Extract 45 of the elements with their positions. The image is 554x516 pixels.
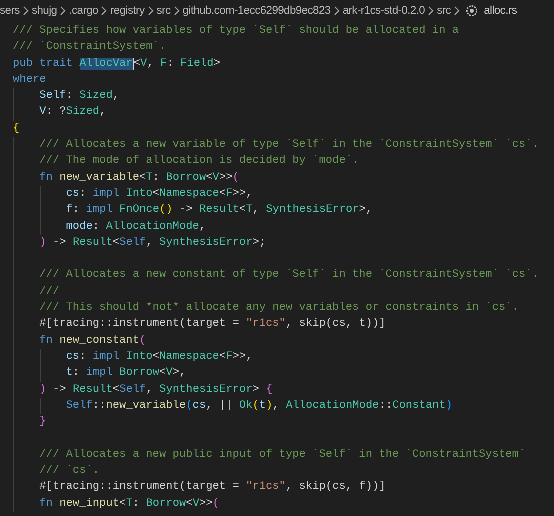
code-line: ///: [38, 286, 60, 298]
breadcrumb-item[interactable]: registry: [110, 5, 145, 17]
code-line: mode: AllocationMode,: [65, 220, 206, 233]
code-line: fn new_input<T: Borrow<V>>(: [38, 498, 220, 510]
breadcrumb-item[interactable]: alloc.rs: [484, 5, 518, 17]
code-line: /// `cs`.: [38, 465, 100, 478]
code-line: t: impl Borrow<V>,: [65, 367, 186, 380]
breadcrumb-item[interactable]: github.com-1ecc6299db9ec823: [182, 5, 331, 17]
code-line: Self: Sized,: [38, 90, 120, 102]
chevron-icon: [174, 6, 180, 16]
breadcrumb-item[interactable]: src: [437, 5, 452, 17]
breadcrumb-item[interactable]: sers: [0, 5, 20, 17]
code-line: /// The mode of allocation is decided by `mode`.: [38, 155, 360, 168]
code-line: ) -> Result<Self, SynthesisError> {: [38, 384, 273, 396]
code-line: /// Specifies how variables of type `Self` should be allocated in a: [13, 25, 460, 37]
chevron-icon: [60, 6, 66, 16]
code-line: V: ?Sized,: [38, 106, 106, 118]
code-line: fn new_variable<T: Borrow<V>>(: [38, 172, 240, 184]
code-line: /// Allocates a new variable of type `Self` in the `ConstraintSystem` `cs`.: [38, 139, 539, 152]
chevron-icon: [428, 6, 434, 16]
breadcrumb-item[interactable]: .cargo: [69, 5, 98, 17]
breadcrumb-item[interactable]: src: [156, 5, 171, 17]
code-line: /// This should *not* allocate any new variables or constraints in `cs`.: [38, 302, 519, 314]
breadcrumb-item[interactable]: shujg: [32, 5, 58, 17]
code-line: f: impl FnOnce() -> Result<T, SynthesisError>,: [65, 204, 373, 216]
chevron-icon: [22, 6, 29, 16]
breadcrumb-item[interactable]: ark-r1cs-std-0.2.0: [342, 5, 426, 17]
code-line: fn new_constant(: [38, 334, 146, 347]
code-line: ) -> Result<Self, SynthesisError>;: [38, 236, 266, 249]
code-line: }: [38, 416, 46, 428]
code-line: /// Allocates a new public input of type `Self` in the `ConstraintSystem`: [38, 448, 526, 461]
gear-icon: [465, 4, 480, 18]
code-line: where: [13, 74, 46, 86]
chevron-icon: [101, 6, 108, 16]
code-line: /// Allocates a new constant of type `Self` in the `ConstraintSystem` `cs`.: [38, 269, 539, 282]
chevron-icon: [454, 6, 460, 16]
chevron-icon: [334, 6, 340, 16]
code-line: {: [13, 122, 20, 135]
code-line: #[tracing::instrument(target = "r1cs", skip(cs, f))]: [38, 481, 386, 494]
code-line: /// `ConstraintSystem`.: [13, 41, 166, 54]
chevron-icon: [148, 6, 154, 16]
code-line: #[tracing::instrument(target = "r1cs", skip(cs, t))]: [38, 318, 386, 330]
code-line: Self::new_variable(cs, || Ok(t), AllocationMode::Constant): [65, 400, 453, 412]
code-line: cs: impl Into<Namespace<F>>,: [65, 188, 253, 200]
code-line: cs: impl Into<Namespace<F>>,: [65, 350, 253, 363]
